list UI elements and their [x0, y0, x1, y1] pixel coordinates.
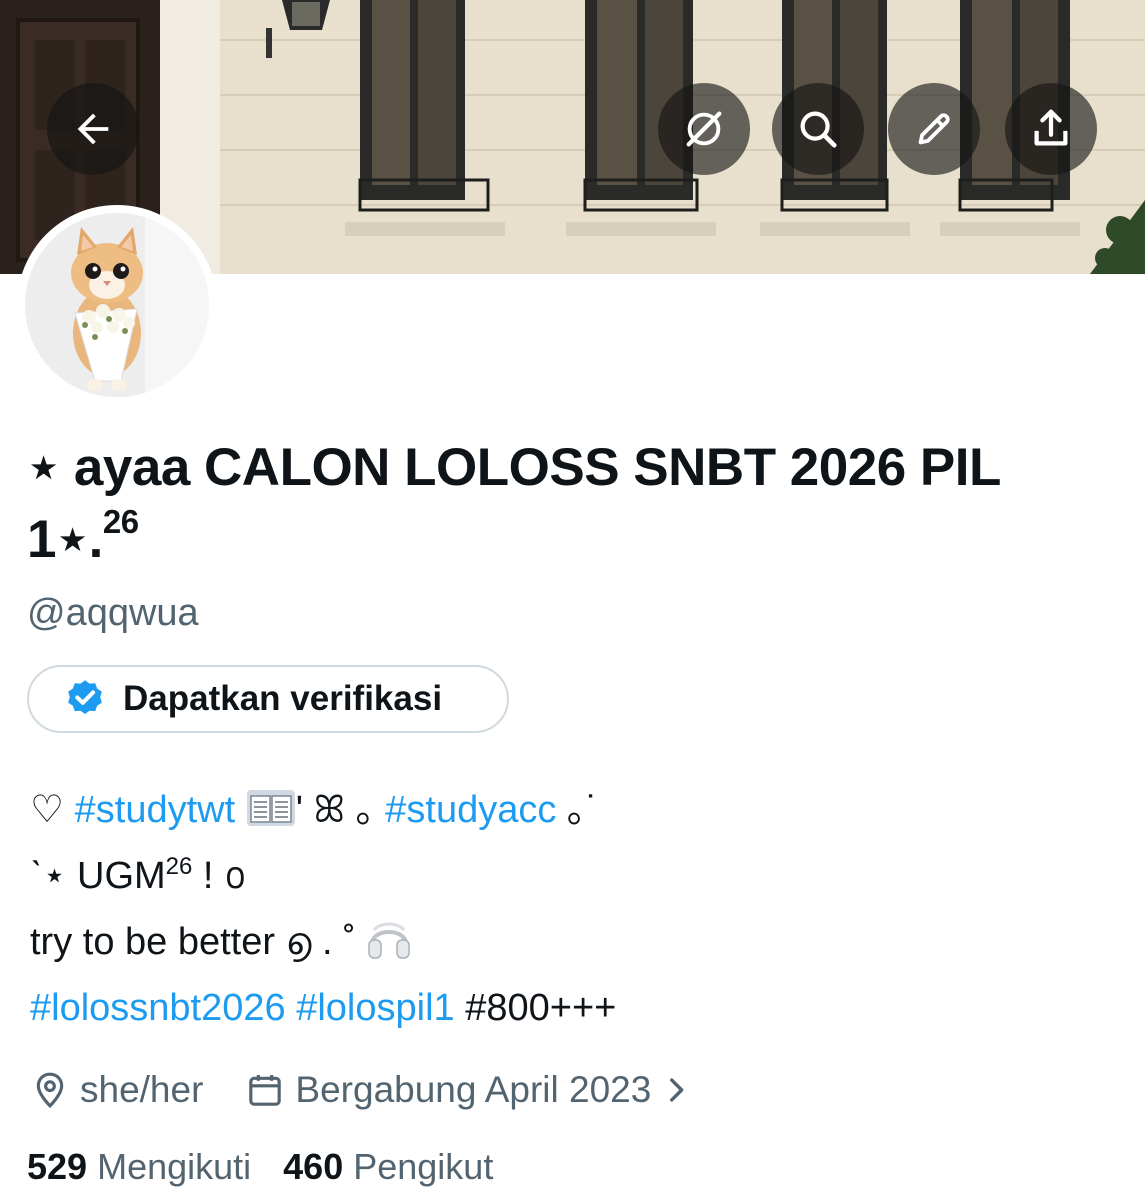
hashtag-studytwt[interactable]: #studytwt [75, 789, 236, 831]
grok-slash-icon [686, 111, 722, 147]
joined-date-text: Bergabung April 2023 [295, 1069, 652, 1110]
followers-count: 460 [283, 1146, 344, 1187]
joined-date-item[interactable]: Bergabung April 2023 [245, 1069, 693, 1111]
bio-line-3: try to be better ൭ . ˚ [30, 912, 1120, 978]
search-icon [800, 111, 837, 148]
hashtag-lolospil1[interactable]: #lolospil1 [296, 987, 454, 1029]
bio-line-1-decoration: ' ꕤ ｡ [295, 789, 375, 831]
following-link[interactable]: 529 Mengikuti [27, 1146, 251, 1188]
bio-line-1: ♡ #studytwt ' ꕤ ｡ #studyacc ｡˙ [30, 780, 1120, 846]
calendar-icon [249, 1075, 282, 1106]
follow-stats: 529 Mengikuti 460 Pengikut [27, 1146, 493, 1188]
bio-line-2-superscript: 26 [165, 853, 193, 880]
avatar-image [25, 213, 209, 397]
hashtag-lolossnbt2026[interactable]: #lolossnbt2026 [30, 987, 286, 1029]
location-text: she/her [80, 1069, 204, 1110]
bio-line-2-prefix: ˋ⋆ UGM [30, 855, 166, 897]
heart-glyph: ♡ [30, 789, 65, 831]
hashtag-studyacc[interactable]: #studyacc [385, 789, 556, 831]
edit-button[interactable] [888, 83, 980, 175]
kitten-with-bouquet-photo [25, 213, 209, 397]
share-button[interactable] [1005, 83, 1097, 175]
location-item: she/her [30, 1069, 203, 1111]
open-book-icon [246, 790, 295, 826]
bio-line-1-tail: ｡˙ [566, 789, 599, 831]
get-verified-button[interactable]: Dapatkan verifikasi [27, 665, 509, 733]
verified-badge-icon [68, 680, 102, 715]
profile-meta: she/her Bergabung April 2023 [30, 1062, 693, 1118]
back-button[interactable] [47, 83, 139, 175]
profile-bio: ♡ #studytwt ' ꕤ ｡ #studyacc ｡˙ ˋ⋆ UGM26 … [30, 780, 1120, 1044]
back-arrow-icon [77, 113, 109, 145]
following-count: 529 [27, 1146, 88, 1187]
edit-pencil-icon [918, 113, 950, 145]
get-verified-label: Dapatkan verifikasi [123, 679, 443, 718]
followers-link[interactable]: 460 Pengikut [283, 1146, 493, 1188]
display-name-superscript: 26 [102, 503, 139, 540]
share-icon [1034, 109, 1068, 146]
followers-label: Pengikut [353, 1146, 494, 1187]
bio-line-3-text: try to be better ൭ . ˚ [30, 921, 356, 963]
display-name-text: ⋆ ayaa CALON LOLOSS SNBT 2026 PIL 1⋆. [27, 438, 1000, 569]
bio-line-2-suffix: ! ൦ [202, 855, 244, 897]
bio-line-4: #lolossnbt2026 #lolospil1 #800+++ [30, 978, 1120, 1044]
following-label: Mengikuti [97, 1146, 252, 1187]
headphones-icon [368, 922, 411, 959]
avatar[interactable] [17, 205, 217, 405]
grok-button[interactable] [658, 83, 750, 175]
bio-line-2: ˋ⋆ UGM26 ! ൦ [30, 846, 1120, 912]
username-handle: @aqqwua [27, 592, 199, 634]
bio-line-4-plain: #800+++ [465, 987, 617, 1029]
display-name: ⋆ ayaa CALON LOLOSS SNBT 2026 PIL 1⋆.26 [27, 432, 1117, 576]
location-pin-icon [36, 1072, 64, 1109]
search-button[interactable] [772, 83, 864, 175]
chevron-right-icon [670, 1078, 684, 1102]
